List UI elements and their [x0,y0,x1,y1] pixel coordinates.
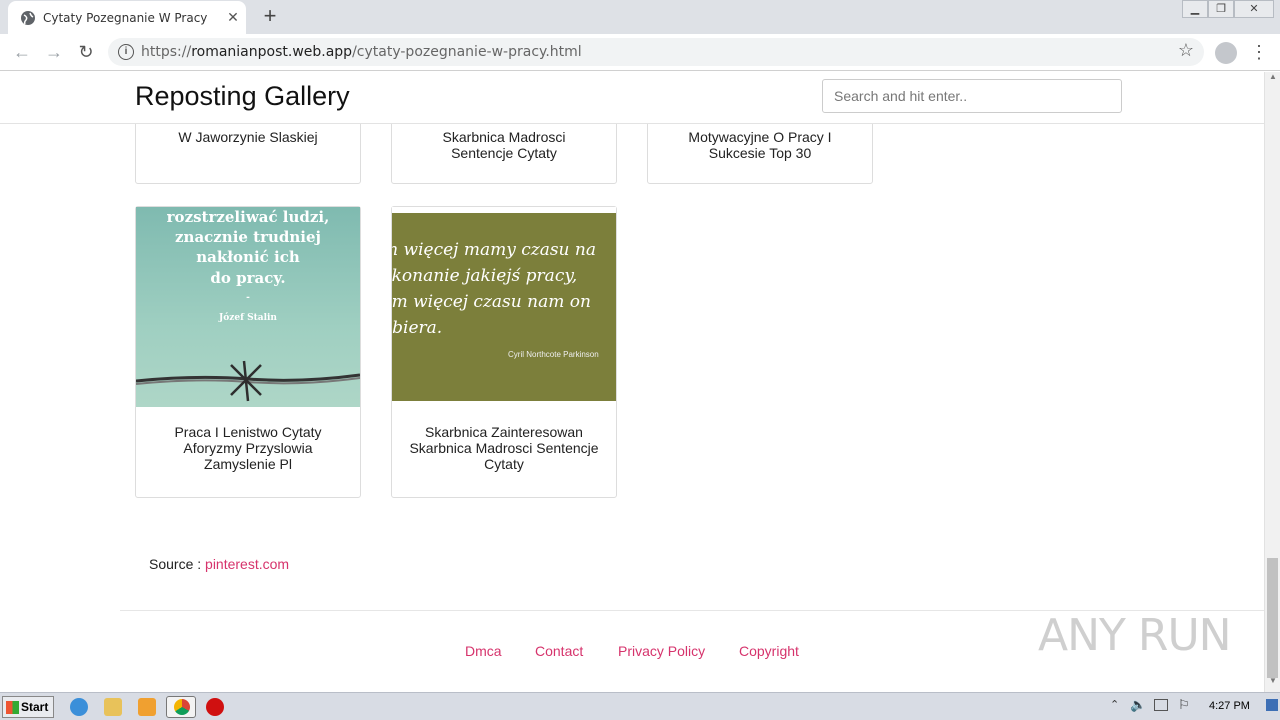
anyrun-watermark: ANY RUN [1038,610,1232,661]
card-caption[interactable]: W Jaworzynie Slaskiej [146,129,350,145]
quote-line: nakłonić ich [196,248,300,266]
tab-close-icon[interactable]: ✕ [224,8,242,26]
profile-avatar-icon[interactable] [1215,42,1237,64]
url-text[interactable]: https://romanianpost.web.app/cytaty-poze… [141,44,582,60]
url-scheme: https:// [141,44,192,60]
card-caption[interactable]: Motywacyjne O Pracy I Sukcesie Top 30 [658,129,862,161]
browser-tab[interactable]: Cytaty Pozegnanie W Pracy ✕ [8,1,246,34]
new-tab-button[interactable]: + [258,5,282,29]
network-icon[interactable] [1154,699,1168,711]
reload-button[interactable]: ↻ [74,41,98,65]
quote-dash: - [246,293,250,303]
start-label: Start [21,700,49,714]
volume-icon[interactable]: 🔈 [1130,697,1146,713]
taskbar-clock[interactable]: 4:27 PM [1209,700,1250,712]
windows-logo-icon [6,701,19,714]
source-link[interactable]: pinterest.com [205,556,289,572]
quote-line: rozstrzeliwać ludzi, [166,208,330,226]
gallery-card[interactable]: m więcej mamy czasu na ykonanie jakiejś … [391,206,617,498]
quote-line: znacznie trudniej [175,228,321,246]
forward-button[interactable]: → [42,41,66,65]
page-scrollbar[interactable]: ▲ ▼ [1264,72,1280,692]
scrollbar-thumb[interactable] [1267,558,1278,678]
search-input[interactable]: Search and hit enter.. [822,79,1122,113]
browser-tabstrip: Cytaty Pozegnanie W Pracy ✕ + ▁ ❐ ✕ [0,0,1280,34]
antivirus-icon[interactable] [206,698,224,716]
quote-line: do pracy. [210,269,286,287]
system-tray: ⌃ 🔈 ⚐ [1106,697,1280,717]
internet-explorer-icon[interactable] [70,698,88,716]
start-button[interactable]: Start [2,696,54,718]
browser-menu-icon[interactable]: ⋮ [1250,41,1268,65]
tab-title: Cytaty Pozegnanie W Pracy [43,11,208,25]
window-minimize-button[interactable]: ▁ [1182,0,1208,18]
chrome-icon[interactable] [166,696,196,718]
windows-taskbar: Start ⌃ 🔈 ⚐ 4:27 PM [0,692,1280,720]
media-player-icon[interactable] [138,698,156,716]
source-line: Source : pinterest.com [149,556,289,572]
card-caption[interactable]: Skarbnica Zainteresowan Skarbnica Madros… [402,424,606,472]
footer-link-copyright[interactable]: Copyright [739,643,799,659]
quote-line: m więcej mamy czasu na [392,240,596,260]
gallery-card[interactable]: rozstrzeliwać ludzi, znacznie trudniej n… [135,206,361,498]
quote-line: abiera. [392,318,443,338]
file-explorer-icon[interactable] [104,698,122,716]
globe-icon [21,11,35,25]
site-info-icon[interactable]: i [118,44,134,60]
site-brand[interactable]: Reposting Gallery [135,81,350,112]
window-close-button[interactable]: ✕ [1234,0,1274,18]
barbed-wire-graphic [136,360,360,402]
card-caption[interactable]: Praca I Lenistwo Cytaty Aforyzmy Przyslo… [146,424,350,472]
scroll-down-icon[interactable]: ▼ [1265,676,1280,690]
footer-link-contact[interactable]: Contact [535,643,583,659]
card-image-quote-stalin[interactable]: rozstrzeliwać ludzi, znacznie trudniej n… [136,207,360,407]
bookmark-star-icon[interactable]: ☆ [1178,40,1194,61]
browser-toolbar: ← → ↻ i https://romanianpost.web.app/cyt… [0,34,1280,71]
url-host: romanianpost.web.app [191,44,353,60]
page-viewport: W Jaworzynie Slaskiej Skarbnica Madrosci… [0,72,1264,692]
footer-link-privacy[interactable]: Privacy Policy [618,643,705,659]
scroll-up-icon[interactable]: ▲ [1265,72,1280,86]
quote-author: Józef Stalin [219,313,277,323]
card-image-quote-parkinson[interactable]: m więcej mamy czasu na ykonanie jakiejś … [392,207,616,407]
window-restore-button[interactable]: ❐ [1208,0,1234,18]
url-path: /cytaty-pozegnanie-w-pracy.html [352,44,582,60]
action-center-flag-icon[interactable]: ⚐ [1178,697,1190,713]
quote-line: ykonanie jakiejś pracy, [392,266,578,286]
tray-expand-icon[interactable]: ⌃ [1110,698,1119,711]
site-header: Reposting Gallery Search and hit enter.. [0,72,1264,124]
show-desktop-icon[interactable] [1266,699,1278,711]
card-caption[interactable]: Skarbnica Madrosci Sentencje Cytaty [402,129,606,161]
back-button[interactable]: ← [10,41,34,65]
source-label: Source : [149,556,206,572]
quote-line: ym więcej czasu nam on [392,292,591,312]
footer-link-dmca[interactable]: Dmca [465,643,502,659]
address-bar[interactable]: i https://romanianpost.web.app/cytaty-po… [108,38,1204,66]
quote-author: Cyril Northcote Parkinson [508,350,599,359]
